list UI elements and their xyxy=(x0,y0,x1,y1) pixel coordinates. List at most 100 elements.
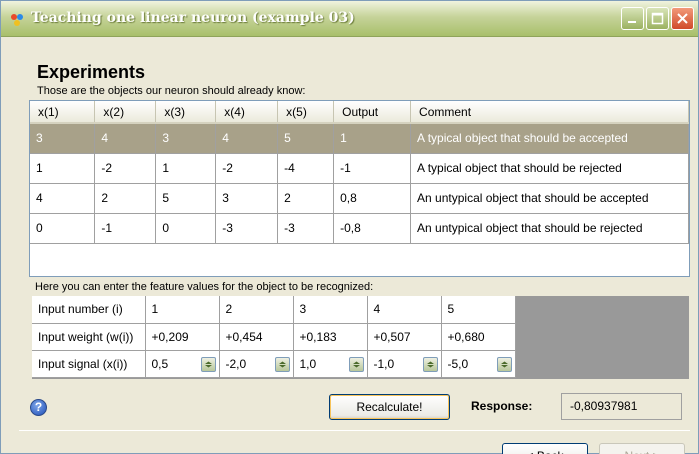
table-cell[interactable]: A typical object that should be accepted xyxy=(410,123,689,154)
input-number-row: Input number (i) 1 2 3 4 5 xyxy=(32,296,516,324)
response-value: -0,80937981 xyxy=(561,393,682,420)
table-cell[interactable]: -3 xyxy=(277,213,335,244)
input-signal-label: Input signal (x(i)) xyxy=(32,350,146,378)
table-cell[interactable]: -1 xyxy=(94,213,157,244)
input-signal-value: 1,0 xyxy=(299,356,317,371)
input-weight-cell: +0,454 xyxy=(219,323,294,351)
help-icon[interactable]: ? xyxy=(30,399,47,416)
input-grid: Input number (i) 1 2 3 4 5 Input weight … xyxy=(32,296,689,379)
column-header[interactable]: x(5) xyxy=(277,101,335,124)
arrows-icon xyxy=(352,361,360,367)
column-header[interactable]: Output xyxy=(333,101,412,124)
divider xyxy=(19,430,690,431)
table-cell[interactable]: 3 xyxy=(215,183,279,214)
input-signal-value: -1,0 xyxy=(373,356,395,371)
back-button[interactable]: < Back xyxy=(502,443,588,454)
input-signal-field[interactable]: -1,0 xyxy=(367,350,442,378)
input-subtitle: Here you can enter the feature values fo… xyxy=(35,281,374,293)
table-cell[interactable]: An untypical object that should be rejec… xyxy=(410,213,689,244)
table-row[interactable]: 1 -2 1 -2 -4 -1 A typical object that sh… xyxy=(30,153,689,184)
title-bar[interactable]: Teaching one linear neuron (example 03) xyxy=(1,1,698,37)
arrows-icon xyxy=(426,361,434,367)
input-weight-label: Input weight (w(i)) xyxy=(32,323,146,351)
experiments-header-row: x(1) x(2) x(3) x(4) x(5) Output Comment xyxy=(30,101,689,124)
maximize-button[interactable] xyxy=(646,7,669,30)
experiments-subtitle: Those are the objects our neuron should … xyxy=(37,85,306,97)
input-signal-row: Input signal (x(i)) 0,5 -2,0 1,0 -1,0 -5… xyxy=(32,350,516,378)
input-weight-row: Input weight (w(i)) +0,209 +0,454 +0,183… xyxy=(32,323,516,351)
arrows-icon xyxy=(500,361,508,367)
spinner-button[interactable] xyxy=(274,356,290,372)
recalculate-button[interactable]: Recalculate! xyxy=(329,394,450,420)
table-row[interactable]: 3 4 3 4 5 1 A typical object that should… xyxy=(30,123,689,154)
input-weight-cell: +0,209 xyxy=(145,323,220,351)
table-cell[interactable]: 4 xyxy=(215,123,279,154)
table-cell[interactable]: 3 xyxy=(155,123,217,154)
close-button[interactable] xyxy=(671,7,694,30)
spinner-button[interactable] xyxy=(422,356,438,372)
input-signal-field[interactable]: 1,0 xyxy=(293,350,368,378)
input-number-cell: 3 xyxy=(293,296,368,324)
input-table: Input number (i) 1 2 3 4 5 Input weight … xyxy=(32,296,516,378)
table-cell[interactable]: A typical object that should be rejected xyxy=(410,153,689,184)
input-signal-value: -2,0 xyxy=(225,356,247,371)
next-button: Next > xyxy=(599,443,685,454)
table-cell[interactable]: 0,8 xyxy=(333,183,412,214)
table-cell[interactable]: 5 xyxy=(155,183,217,214)
table-cell[interactable]: 1 xyxy=(333,123,412,154)
column-header[interactable]: x(4) xyxy=(215,101,279,124)
table-row[interactable]: 4 2 5 3 2 0,8 An untypical object that s… xyxy=(30,183,689,214)
table-cell[interactable]: -4 xyxy=(277,153,335,184)
input-number-cell: 4 xyxy=(367,296,442,324)
minimize-icon xyxy=(628,21,636,23)
table-cell[interactable]: 4 xyxy=(94,123,157,154)
table-cell[interactable]: 2 xyxy=(94,183,157,214)
table-cell[interactable]: -2 xyxy=(215,153,279,184)
table-cell[interactable]: 3 xyxy=(30,123,96,154)
input-number-cell: 2 xyxy=(219,296,294,324)
input-signal-field[interactable]: -2,0 xyxy=(219,350,294,378)
response-label: Response: xyxy=(471,399,533,413)
table-cell[interactable]: 4 xyxy=(30,183,96,214)
spinner-button[interactable] xyxy=(496,356,512,372)
experiments-table: x(1) x(2) x(3) x(4) x(5) Output Comment … xyxy=(30,101,689,244)
table-cell[interactable]: 5 xyxy=(277,123,335,154)
input-signal-field[interactable]: 0,5 xyxy=(145,350,220,378)
column-header[interactable]: x(3) xyxy=(155,101,217,124)
table-cell[interactable]: -2 xyxy=(94,153,157,184)
column-header[interactable]: x(1) xyxy=(30,101,96,124)
table-cell[interactable]: 1 xyxy=(155,153,217,184)
table-cell[interactable]: 1 xyxy=(30,153,96,184)
input-signal-value: -5,0 xyxy=(447,356,469,371)
experiments-grid[interactable]: x(1) x(2) x(3) x(4) x(5) Output Comment … xyxy=(29,100,690,277)
input-number-cell: 1 xyxy=(145,296,220,324)
table-cell[interactable]: 0 xyxy=(30,213,96,244)
column-header[interactable]: Comment xyxy=(410,101,689,124)
column-header[interactable]: x(2) xyxy=(94,101,157,124)
table-cell[interactable]: -1 xyxy=(333,153,412,184)
input-signal-value: 0,5 xyxy=(151,356,169,371)
table-cell[interactable]: An untypical object that should be accep… xyxy=(410,183,689,214)
table-cell[interactable]: 0 xyxy=(155,213,217,244)
spinner-button[interactable] xyxy=(200,356,216,372)
input-number-label: Input number (i) xyxy=(32,296,146,324)
arrows-icon xyxy=(278,361,286,367)
table-cell[interactable]: 2 xyxy=(277,183,335,214)
table-cell[interactable]: -3 xyxy=(215,213,279,244)
wizard-page: Experiments Those are the objects our ne… xyxy=(4,38,695,454)
table-cell[interactable]: -0,8 xyxy=(333,213,412,244)
minimize-button[interactable] xyxy=(621,7,644,30)
input-weight-cell: +0,183 xyxy=(293,323,368,351)
table-row[interactable]: 0 -1 0 -3 -3 -0,8 An untypical object th… xyxy=(30,213,689,244)
input-signal-field[interactable]: -5,0 xyxy=(441,350,516,378)
maximize-icon xyxy=(651,12,664,25)
close-icon xyxy=(677,13,688,24)
input-weight-cell: +0,507 xyxy=(367,323,442,351)
spinner-button[interactable] xyxy=(348,356,364,372)
experiments-heading: Experiments xyxy=(37,62,146,82)
arrows-icon xyxy=(204,361,212,367)
input-weight-cell: +0,680 xyxy=(441,323,516,351)
app-window: Teaching one linear neuron (example 03) … xyxy=(0,0,699,454)
window-title: Teaching one linear neuron (example 03) xyxy=(31,10,355,26)
app-icon xyxy=(9,12,25,28)
